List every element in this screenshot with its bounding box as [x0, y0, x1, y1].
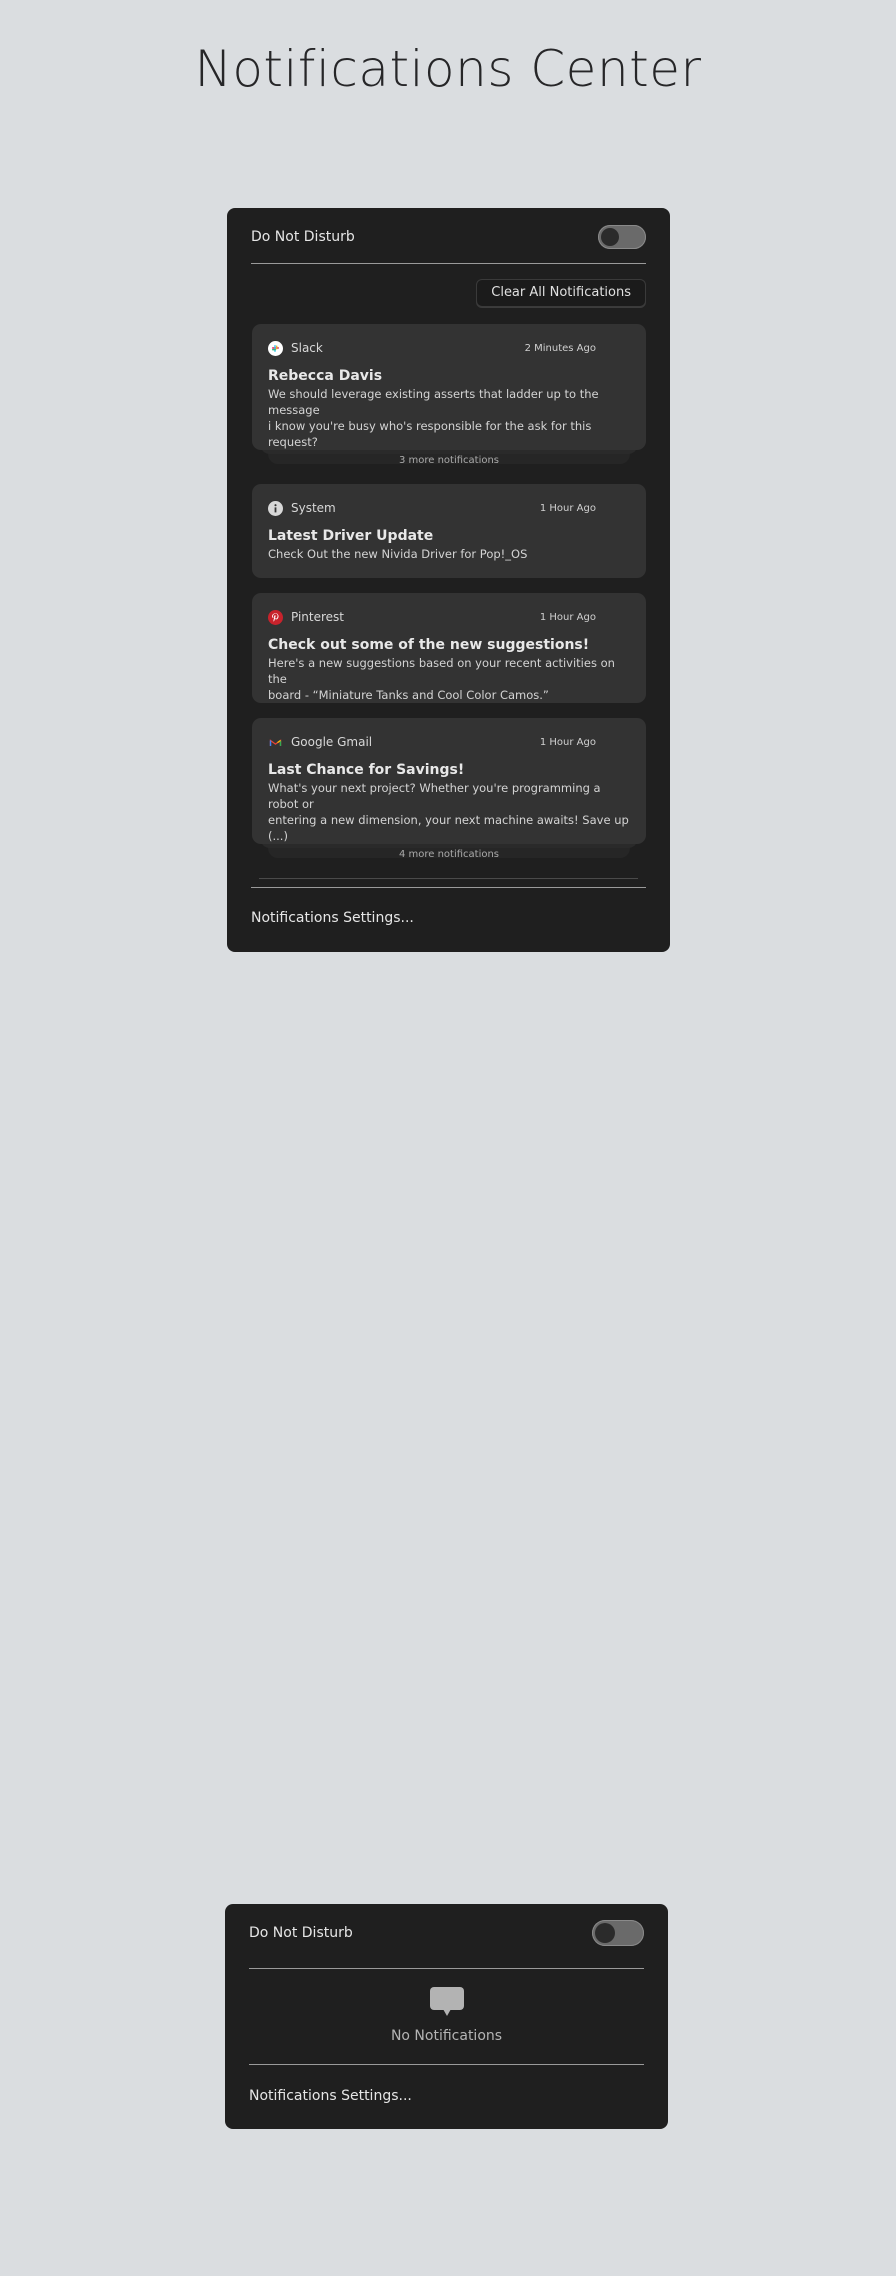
notification-card-gmail[interactable]: Google Gmail 1 Hour Ago Last Chance for …	[252, 718, 646, 860]
notification-title: Last Chance for Savings!	[268, 762, 465, 778]
divider	[251, 887, 646, 888]
notification-body: What's your next project? Whether you're…	[268, 780, 630, 844]
no-notifications-label: No Notifications	[390, 2028, 503, 2044]
notification-body-line: Check Out the new Nivida Driver for Pop!…	[268, 547, 528, 561]
app-name: Pinterest	[291, 610, 345, 624]
page-title: Notifications Center	[194, 40, 702, 98]
notification-header: Slack 2 Minutes Ago	[268, 338, 630, 358]
notification-body-line: What's your next project? Whether you're…	[268, 781, 601, 811]
app-name: Slack	[291, 341, 323, 355]
pinterest-icon	[268, 609, 283, 625]
toggle-knob	[595, 1923, 615, 1943]
notifications-panel: Do Not Disturb Clear All Notifications S…	[227, 208, 670, 952]
notification-body-line: board - “Miniature Tanks and Cool Color …	[268, 688, 549, 702]
notification-title: Rebecca Davis	[268, 368, 383, 384]
slack-icon	[268, 340, 283, 356]
do-not-disturb-row: Do Not Disturb	[251, 222, 646, 252]
notification-time: 1 Hour Ago	[539, 736, 596, 748]
info-icon	[268, 500, 283, 516]
notification-card-pinterest[interactable]: Pinterest 1 Hour Ago Check out some of t…	[252, 593, 646, 703]
notification-body-line: Here's a new suggestions based on your r…	[268, 656, 615, 686]
notification-time: 1 Hour Ago	[539, 611, 596, 623]
divider	[249, 2064, 644, 2065]
scroll-indicator	[259, 878, 638, 879]
notification-header: System 1 Hour Ago	[268, 498, 630, 518]
notification-card-slack[interactable]: Slack 2 Minutes Ago Rebecca Davis We sho…	[252, 324, 646, 466]
notification-card-system[interactable]: System 1 Hour Ago Latest Driver Update C…	[252, 484, 646, 578]
clear-all-notifications-button[interactable]: Clear All Notifications	[476, 279, 646, 307]
more-notifications-link[interactable]: 3 more notifications	[268, 455, 630, 466]
notification-body: Here's a new suggestions based on your r…	[268, 655, 630, 703]
notifications-settings-link[interactable]: Notifications Settings...	[249, 2088, 412, 2104]
divider	[249, 1968, 644, 1969]
more-notifications-link[interactable]: 4 more notifications	[268, 849, 630, 860]
app-name: System	[291, 501, 336, 515]
do-not-disturb-row: Do Not Disturb	[249, 1918, 644, 1948]
notification-time: 1 Hour Ago	[539, 502, 596, 514]
do-not-disturb-label: Do Not Disturb	[249, 1925, 353, 1941]
divider	[251, 263, 646, 264]
notification-header: Pinterest 1 Hour Ago	[268, 607, 630, 627]
gmail-icon	[268, 735, 283, 750]
notification-title: Latest Driver Update	[268, 528, 434, 544]
empty-state: No Notifications	[225, 1986, 668, 2044]
chat-bubble-icon	[429, 1987, 465, 2022]
notifications-settings-link[interactable]: Notifications Settings...	[251, 910, 414, 926]
notification-header: Google Gmail 1 Hour Ago	[268, 732, 630, 752]
app-name: Google Gmail	[291, 735, 373, 749]
notification-body: Check Out the new Nivida Driver for Pop!…	[268, 546, 630, 562]
toggle-knob	[601, 228, 619, 246]
notification-body-line: i know you're busy who's responsible for…	[268, 419, 592, 449]
notification-body: We should leverage existing asserts that…	[268, 386, 630, 450]
notification-body-line: entering a new dimension, your next mach…	[268, 813, 629, 843]
notification-time: 2 Minutes Ago	[524, 342, 596, 354]
notifications-panel-empty: Do Not Disturb No Notifications Notifica…	[225, 1904, 668, 2129]
do-not-disturb-toggle[interactable]	[598, 225, 646, 249]
do-not-disturb-label: Do Not Disturb	[251, 229, 355, 245]
notification-title: Check out some of the new suggestions!	[268, 637, 590, 653]
do-not-disturb-toggle[interactable]	[592, 1920, 644, 1946]
notification-body-line: We should leverage existing asserts that…	[268, 387, 599, 417]
